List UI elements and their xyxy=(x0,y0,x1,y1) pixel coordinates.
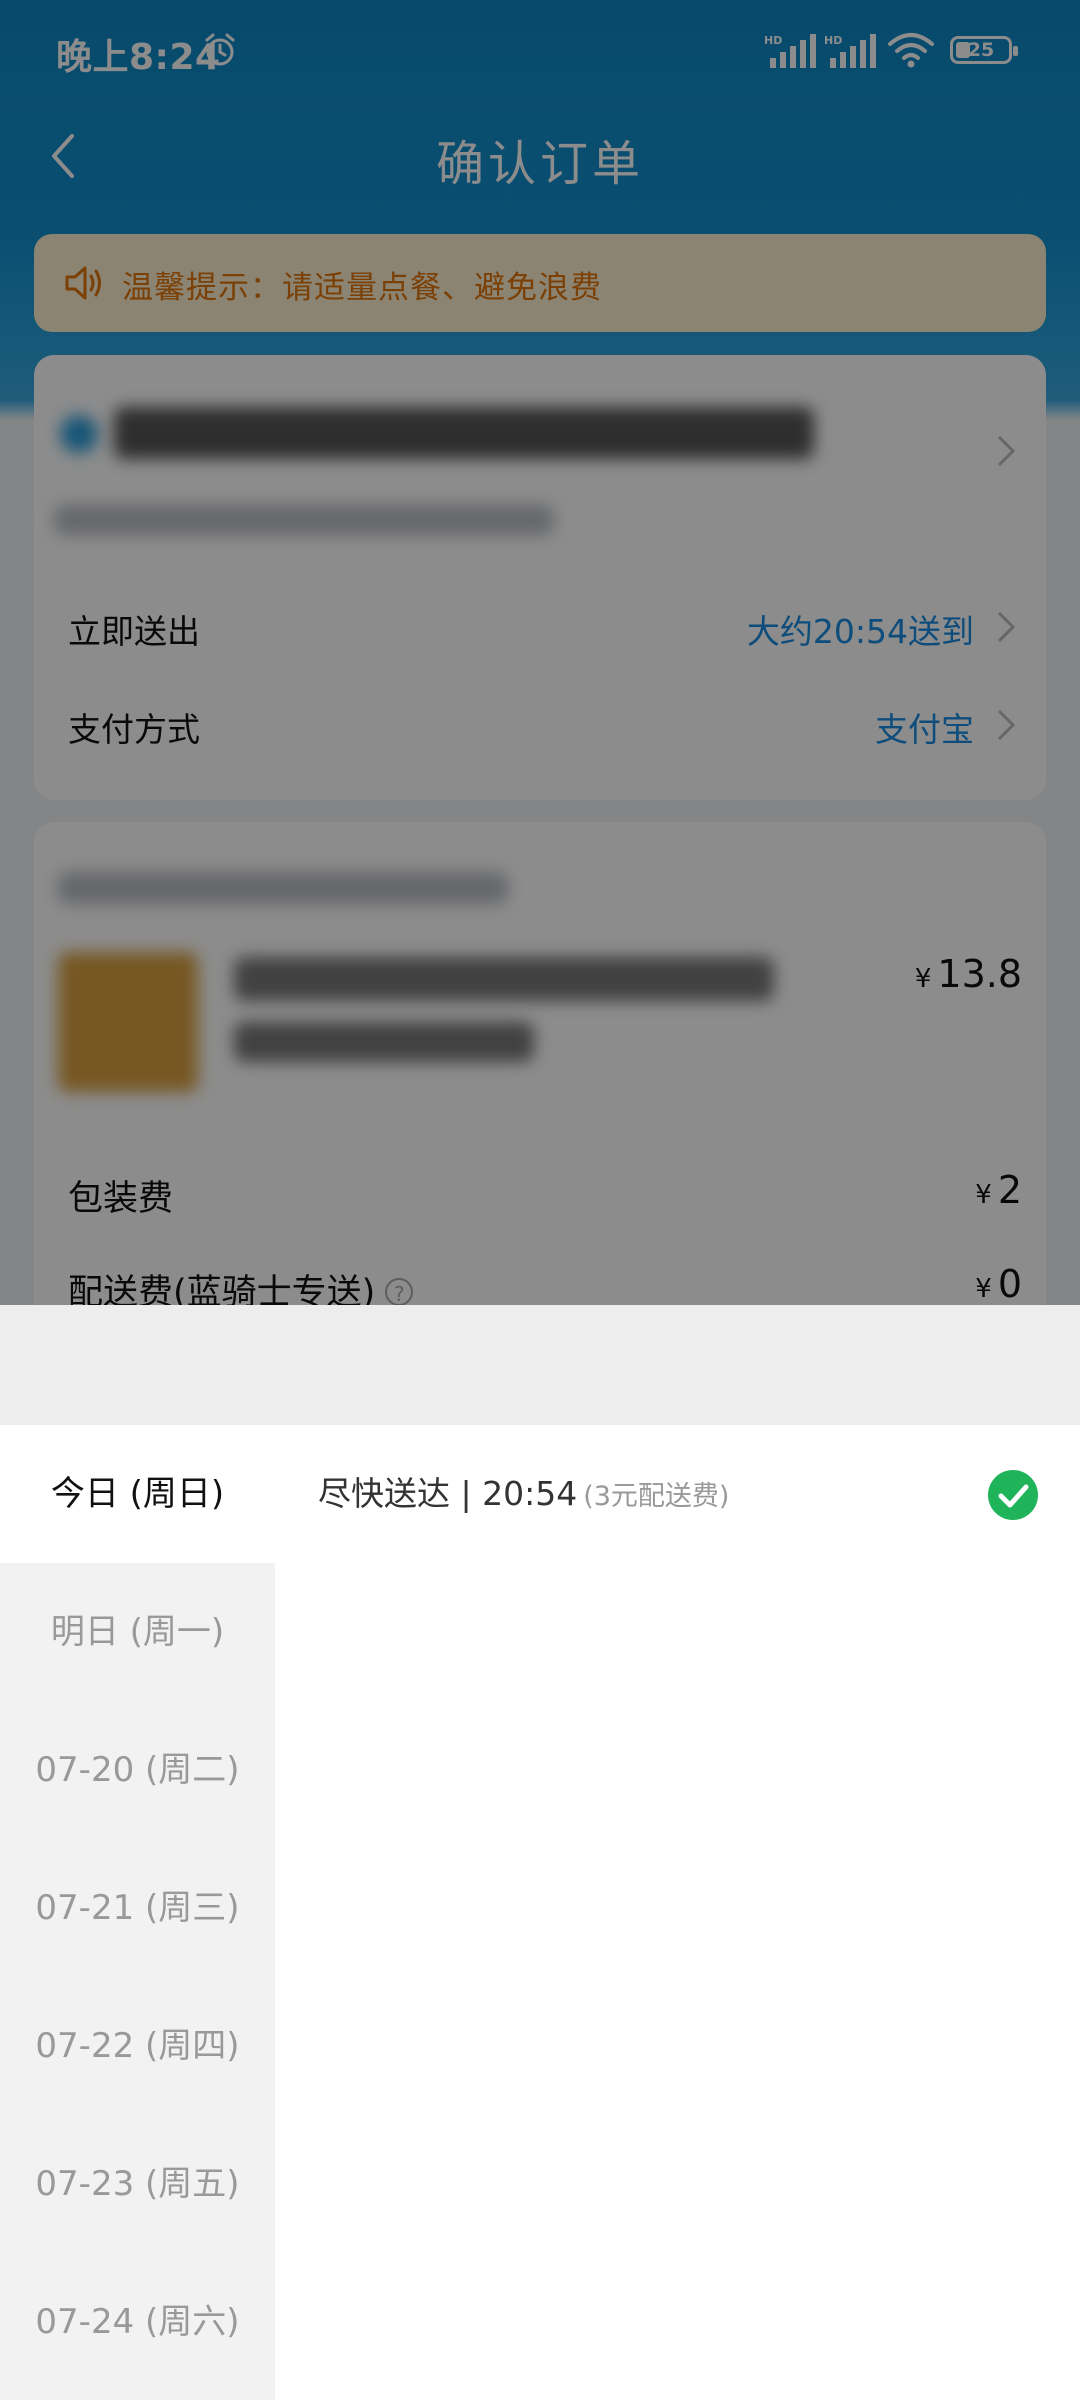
day-item-0723[interactable]: 07-23 (周五) xyxy=(0,2115,275,2253)
slot-label: 尽快送达 | 20:54 xyxy=(318,1474,578,1513)
delivery-time-picker: 明日 (周一) 07-20 (周二) 07-21 (周三) 07-22 (周四)… xyxy=(0,1305,1080,2400)
day-item-0720[interactable]: 07-20 (周二) xyxy=(0,1701,275,1839)
day-item-0721[interactable]: 07-21 (周三) xyxy=(0,1839,275,1977)
slot-fee: (3元配送费) xyxy=(583,1481,730,1512)
day-label-today: 今日 (周日) xyxy=(50,1474,225,1514)
order-confirm-page: 晚上8:24 HD HD 25 确认订单 温馨提示：请适量点餐、避免浪费 立即送… xyxy=(0,0,1080,1305)
picker-header xyxy=(0,1305,1080,1425)
day-item-tomorrow[interactable]: 明日 (周一) xyxy=(0,1563,275,1701)
day-item-0724[interactable]: 07-24 (周六) xyxy=(0,2253,275,2391)
check-icon xyxy=(988,1470,1038,1520)
day-list: 明日 (周一) 07-20 (周二) 07-21 (周三) 07-22 (周四)… xyxy=(0,1425,275,2400)
time-slot-asap[interactable]: 尽快送达 | 20:54 (3元配送费) xyxy=(318,1425,729,1563)
day-item-0722[interactable]: 07-22 (周四) xyxy=(0,1977,275,2115)
modal-overlay[interactable] xyxy=(0,0,1080,1305)
